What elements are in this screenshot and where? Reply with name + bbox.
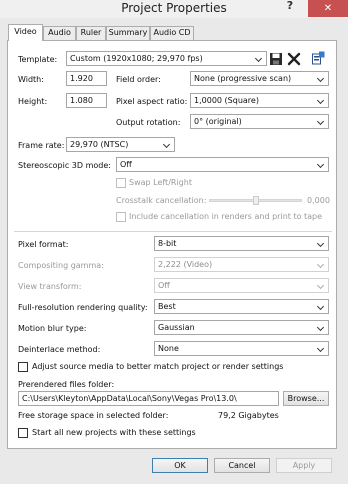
crosstalk-slider-thumb[interactable] (253, 196, 259, 205)
pixel-format-label: Pixel format: (18, 240, 69, 249)
match-media-icon[interactable] (311, 51, 325, 65)
crosstalk-label: Crosstalk cancellation: (116, 196, 207, 205)
width-label: Width: (18, 75, 44, 84)
tab-video[interactable]: Video (8, 24, 43, 41)
full-res-quality-label: Full-resolution rendering quality: (18, 303, 148, 312)
full-res-quality-select[interactable]: Best (154, 299, 329, 314)
view-transform-label: View transform: (18, 282, 82, 291)
include-cancellation-label: Include cancellation in renders and prin… (129, 212, 323, 221)
frame-rate-label: Frame rate: (18, 141, 65, 150)
motion-blur-select[interactable]: Gaussian (154, 320, 329, 335)
apply-button[interactable]: Apply (276, 458, 332, 473)
separator (14, 231, 332, 232)
cancel-button[interactable]: Cancel (214, 458, 270, 473)
prerendered-folder-label: Prerendered files folder: (18, 380, 115, 389)
output-rotation-label: Output rotation: (116, 118, 181, 127)
tab-audio[interactable]: Audio (43, 26, 76, 40)
adjust-source-media-checkbox[interactable] (18, 362, 28, 372)
start-all-new-projects-label: Start all new projects with these settin… (32, 428, 196, 437)
ok-button[interactable]: OK (152, 458, 208, 473)
save-icon[interactable] (269, 52, 283, 66)
pixel-format-select[interactable]: 8-bit (154, 236, 329, 251)
template-label: Template: (18, 55, 58, 64)
free-storage-label: Free storage space in selected folder: (18, 411, 169, 420)
stereo-3d-label: Stereoscopic 3D mode: (18, 161, 111, 170)
include-cancellation-checkbox[interactable] (116, 212, 126, 222)
prerendered-folder-input[interactable]: C:\Users\Kleyton\AppData\Local\Sony\Vega… (18, 391, 279, 406)
free-storage-value: 79,2 Gigabytes (218, 411, 279, 420)
delete-icon[interactable] (287, 52, 301, 66)
adjust-source-media-label: Adjust source media to better match proj… (32, 362, 284, 371)
compositing-gamma-select[interactable]: 2,222 (Video) (154, 257, 329, 272)
swap-left-right-label: Swap Left/Right (129, 178, 192, 187)
deinterlace-select[interactable]: None (154, 341, 329, 356)
field-order-label: Field order: (116, 75, 161, 84)
tab-strip: Video Audio Ruler Summary Audio CD (0, 24, 348, 41)
browse-button[interactable]: Browse... (283, 391, 329, 406)
pixel-aspect-label: Pixel aspect ratio: (116, 97, 188, 106)
swap-left-right-checkbox[interactable] (116, 178, 126, 188)
deinterlace-label: Deinterlace method: (18, 345, 101, 354)
close-button[interactable]: ✕ (308, 0, 348, 17)
video-settings-panel: Template: Custom (1920x1080; 29,970 fps)… (7, 40, 337, 449)
start-all-new-projects-checkbox[interactable] (18, 428, 28, 438)
field-order-select[interactable]: None (progressive scan) (190, 71, 329, 86)
template-select[interactable]: Custom (1920x1080; 29,970 fps) (66, 51, 267, 66)
pixel-aspect-select[interactable]: 1,0000 (Square) (190, 93, 329, 108)
height-input[interactable]: 1.080 (66, 93, 107, 108)
help-button[interactable]: ? (283, 0, 297, 14)
title-bar: Project Properties ? ✕ (0, 0, 348, 18)
tab-audio-cd[interactable]: Audio CD (150, 26, 194, 40)
frame-rate-select[interactable]: 29,970 (NTSC) (66, 137, 175, 152)
motion-blur-label: Motion blur type: (18, 324, 87, 333)
tab-ruler[interactable]: Ruler (76, 26, 106, 40)
width-input[interactable]: 1.920 (66, 71, 107, 86)
crosstalk-value: 0,000 (307, 196, 330, 205)
compositing-gamma-label: Compositing gamma: (18, 261, 104, 270)
height-label: Height: (18, 97, 48, 106)
output-rotation-select[interactable]: 0° (original) (190, 114, 329, 129)
view-transform-select[interactable]: Off (154, 278, 329, 293)
stereo-3d-select[interactable]: Off (116, 157, 329, 172)
tab-summary[interactable]: Summary (106, 26, 150, 40)
